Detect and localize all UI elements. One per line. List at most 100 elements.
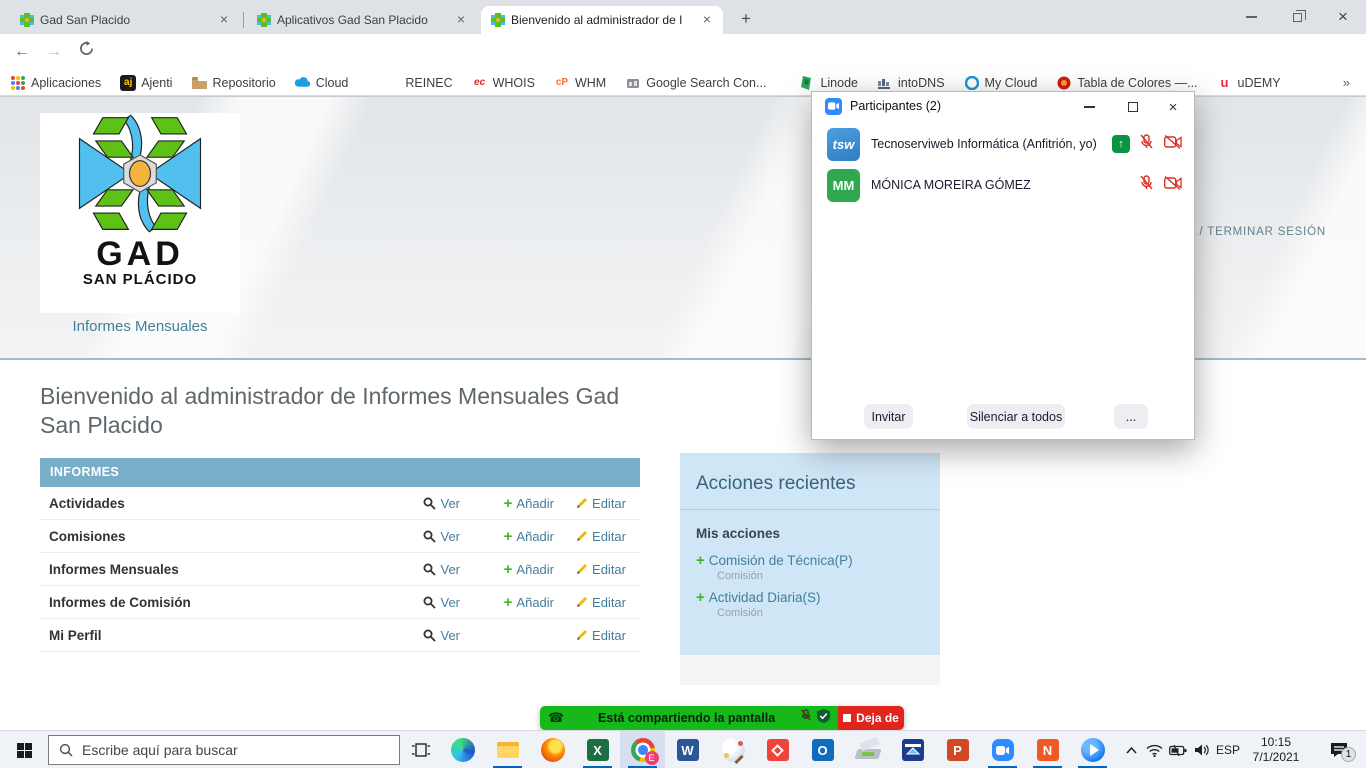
logo-wordmark: GAD SAN PLÁCIDO: [83, 237, 197, 289]
bookmark-cloud[interactable]: Cloud: [295, 75, 349, 91]
magnifier-icon: [423, 530, 436, 543]
bookmark-repositorio[interactable]: Repositorio: [191, 75, 275, 91]
ver-link[interactable]: Ver: [394, 628, 460, 643]
forward-icon[interactable]: →: [42, 40, 66, 64]
tab-gad-san-placido[interactable]: Gad San Placido ×: [10, 6, 240, 34]
bookmark-ajenti[interactable]: aj Ajenti: [120, 75, 172, 91]
taskbar-outlook-icon[interactable]: O: [800, 731, 845, 768]
taskbar-powerpoint-icon[interactable]: P: [935, 731, 980, 768]
bookmark-intodns[interactable]: intoDNS: [877, 75, 945, 91]
participant-row-host[interactable]: tsw Tecnoserviweb Informática (Anfitrión…: [812, 124, 1194, 164]
logo-sanplacido-text: SAN PLÁCIDO: [83, 271, 197, 289]
taskbar-anydesk-icon[interactable]: [755, 731, 800, 768]
bookmark-udemy[interactable]: u uDEMY: [1217, 75, 1281, 91]
start-button[interactable]: [0, 731, 48, 768]
ver-link[interactable]: Ver: [394, 562, 460, 577]
plus-icon: +: [504, 496, 513, 511]
search-input[interactable]: [82, 742, 372, 758]
tray-battery-icon[interactable]: [1166, 731, 1190, 768]
task-view-button[interactable]: [402, 731, 440, 768]
taskbar-clock[interactable]: 10:15 7/1/2021: [1240, 731, 1312, 768]
tray-volume-icon[interactable]: [1190, 731, 1214, 768]
notification-center-button[interactable]: 1: [1316, 731, 1362, 768]
reload-icon[interactable]: [74, 40, 98, 64]
taskbar-scanner-icon[interactable]: [845, 731, 890, 768]
anadir-link[interactable]: +Añadir: [460, 529, 554, 544]
taskbar-file-explorer-icon[interactable]: [485, 731, 530, 768]
bookmarks-overflow-icon[interactable]: »: [1343, 75, 1350, 90]
mute-all-button[interactable]: Silenciar a todos: [967, 404, 1065, 429]
zoom-maximize-button[interactable]: [1124, 98, 1142, 116]
mic-muted-small-icon: [800, 709, 812, 727]
anadir-link[interactable]: +Añadir: [460, 595, 554, 610]
taskbar-paint-icon[interactable]: [710, 731, 755, 768]
taskbar-epson-scan-icon[interactable]: [890, 731, 935, 768]
module-caption: INFORMES: [40, 458, 640, 487]
participant-avatar: MM: [827, 169, 860, 202]
recent-action-item: +Comisión de Técnica(P) Comisión: [680, 551, 940, 588]
ver-link[interactable]: Ver: [394, 496, 460, 511]
taskbar-excel-icon[interactable]: X: [575, 731, 620, 768]
taskbar-word-icon[interactable]: W: [665, 731, 710, 768]
bookmark-search-console[interactable]: Google Search Con...: [625, 75, 766, 91]
user-tools-links[interactable]: ÑA / TERMINAR SESIÓN: [1179, 226, 1326, 238]
bookmark-aplicaciones[interactable]: Aplicaciones: [10, 75, 101, 91]
zoom-participants-window[interactable]: Participantes (2) × tsw Tecnoserviweb In…: [811, 91, 1195, 440]
ver-link[interactable]: Ver: [394, 529, 460, 544]
anadir-link[interactable]: +Añadir: [460, 562, 554, 577]
window-minimize-button[interactable]: [1228, 0, 1274, 34]
recent-action-link[interactable]: +Comisión de Técnica(P): [696, 553, 924, 568]
taskbar-edge-icon[interactable]: [440, 731, 485, 768]
recent-action-link[interactable]: +Actividad Diaria(S): [696, 590, 924, 605]
tab-close-icon[interactable]: ×: [699, 12, 715, 28]
zoom-window-titlebar[interactable]: Participantes (2) ×: [812, 92, 1194, 120]
participant-row-monica[interactable]: MM MÓNICA MOREIRA GÓMEZ: [812, 165, 1194, 205]
back-icon[interactable]: ←: [10, 40, 34, 64]
bookmark-whois[interactable]: ec WHOIS: [472, 75, 535, 91]
site-title-link[interactable]: Informes Mensuales: [40, 318, 240, 335]
editar-link[interactable]: Editar: [554, 628, 640, 643]
new-tab-button[interactable]: +: [734, 8, 758, 32]
bookmark-whm[interactable]: cP WHM: [554, 75, 606, 91]
taskbar-nitro-pdf-icon[interactable]: N: [1025, 731, 1070, 768]
bookmark-label: Aplicaciones: [31, 76, 101, 90]
taskbar-firefox-icon[interactable]: [530, 731, 575, 768]
editar-link[interactable]: Editar: [554, 595, 640, 610]
editar-link[interactable]: Editar: [554, 529, 640, 544]
bookmark-tabla-colores[interactable]: Tabla de Colores —...: [1056, 75, 1197, 91]
stop-sharing-button[interactable]: Deja de: [838, 706, 904, 730]
bookmark-my-cloud[interactable]: My Cloud: [964, 75, 1038, 91]
ec-whois-icon: ec: [472, 75, 488, 91]
editar-link[interactable]: Editar: [554, 562, 640, 577]
tab-close-icon[interactable]: ×: [216, 12, 232, 28]
more-button[interactable]: ...: [1114, 404, 1148, 429]
tray-chevron-icon[interactable]: [1120, 731, 1142, 768]
taskbar-zoom-icon[interactable]: [980, 731, 1025, 768]
pencil-icon: [576, 563, 588, 575]
tab-aplicativos[interactable]: Aplicativos Gad San Placido ×: [247, 6, 477, 34]
tray-language-label[interactable]: ESP: [1214, 731, 1242, 768]
taskbar-search-box[interactable]: [48, 735, 400, 765]
taskbar-chrome-icon[interactable]: E: [620, 731, 665, 768]
tab-close-icon[interactable]: ×: [453, 12, 469, 28]
zoom-minimize-button[interactable]: [1080, 98, 1098, 116]
ver-link[interactable]: Ver: [394, 595, 460, 610]
bookmark-label: Repositorio: [212, 76, 275, 90]
ajenti-icon: aj: [120, 75, 136, 91]
zoom-close-button[interactable]: ×: [1164, 98, 1182, 116]
bookmark-label: My Cloud: [985, 76, 1038, 90]
bookmark-reinec[interactable]: REINEC: [405, 76, 452, 90]
tab-title: Aplicativos Gad San Placido: [277, 13, 447, 27]
table-row-comisiones: Comisiones Ver +Añadir Editar: [40, 520, 640, 553]
tab-title: Gad San Placido: [40, 13, 210, 27]
intodns-icon: [877, 75, 893, 91]
invite-button[interactable]: Invitar: [864, 404, 913, 429]
window-restore-button[interactable]: [1274, 0, 1320, 34]
tab-bienvenido-active[interactable]: Bienvenido al administrador de I ×: [481, 6, 723, 34]
tray-wifi-icon[interactable]: [1142, 731, 1166, 768]
taskbar-media-player-icon[interactable]: [1070, 731, 1115, 768]
anadir-link[interactable]: +Añadir: [460, 496, 554, 511]
window-close-button[interactable]: ×: [1320, 0, 1366, 34]
bookmark-linode[interactable]: Linode: [799, 75, 858, 91]
editar-link[interactable]: Editar: [554, 496, 640, 511]
